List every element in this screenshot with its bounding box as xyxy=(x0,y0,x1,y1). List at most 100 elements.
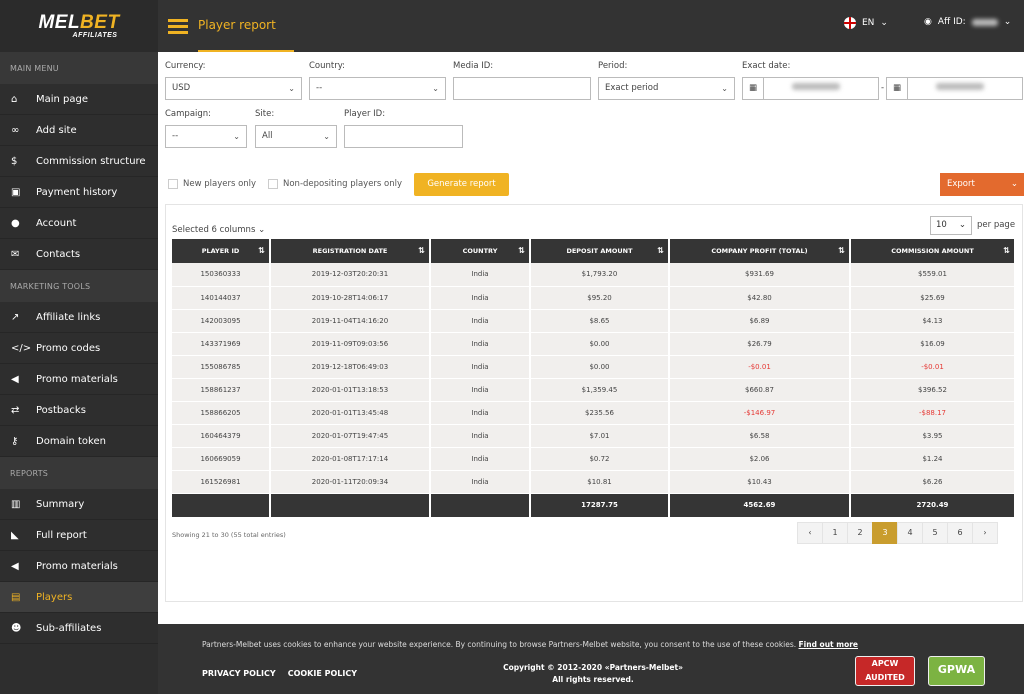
table-row: 143371969 2019-11-09T09:03:56 India $0.00 $2… xyxy=(172,332,1016,356)
pagination-page-5[interactable]: 5 xyxy=(922,522,948,544)
column-header[interactable]: REGISTRATION DATE ⇅ xyxy=(270,239,431,263)
table-cell: $931.69 xyxy=(669,263,851,287)
country-select[interactable]: -- ⌄ xyxy=(309,77,446,100)
main-content: Currency: USD ⌄ Country: -- ⌄ Media ID: Pe… xyxy=(158,52,1024,624)
table-cell: $235.56 xyxy=(530,401,670,425)
sidebar-item-promo-materials[interactable]: ◀ Promo materials xyxy=(0,551,158,582)
sidebar-item-contacts[interactable]: ✉ Contacts xyxy=(0,239,158,270)
area-chart-icon: ◣ xyxy=(11,529,19,541)
export-button[interactable]: Export ⌄ xyxy=(940,173,1024,196)
sidebar-item-label: Postbacks xyxy=(36,404,86,416)
date-to-input[interactable]: ▦ xyxy=(886,77,1023,100)
sidebar-item-full-report[interactable]: ◣ Full report xyxy=(0,520,158,551)
sort-icon[interactable]: ⇅ xyxy=(418,246,425,255)
sidebar-item-summary[interactable]: ▥ Summary xyxy=(0,489,158,520)
table-row: 161526981 2020-01-11T20:09:34 India $10.81 $… xyxy=(172,470,1016,494)
table-cell: 161526981 xyxy=(172,470,271,494)
site-select[interactable]: All ⌄ xyxy=(255,125,337,148)
copyright: Copyright © 2012-2020 «Partners-Melbet» A… xyxy=(498,662,688,686)
table-cell: India xyxy=(430,401,531,425)
pagination-page-2[interactable]: 2 xyxy=(847,522,873,544)
key-icon: ⚷ xyxy=(11,435,19,447)
column-header[interactable]: COMPANY PROFIT (TOTAL) ⇅ xyxy=(669,239,851,263)
column-header[interactable]: DEPOSIT AMOUNT ⇅ xyxy=(530,239,670,263)
player-id-input[interactable] xyxy=(344,125,463,148)
account-menu[interactable]: ◉ Aff ID: ⌄ xyxy=(924,17,1011,27)
pagination-prev-button[interactable]: ‹ xyxy=(797,522,823,544)
pagination-page-6[interactable]: 6 xyxy=(947,522,973,544)
find-out-more-link[interactable]: Find out more xyxy=(799,640,858,649)
export-label: Export xyxy=(947,179,975,189)
home-icon: ⌂ xyxy=(11,93,18,105)
table-cell: 140144037 xyxy=(172,286,271,310)
pagination-next-button[interactable]: › xyxy=(972,522,998,544)
link-icon: ∞ xyxy=(11,124,20,136)
site-value: All xyxy=(262,131,273,141)
chevron-down-icon: ⌄ xyxy=(958,220,966,230)
columns-selector-label: Selected 6 columns xyxy=(172,225,256,235)
sidebar-item-postbacks[interactable]: ⇄ Postbacks xyxy=(0,395,158,426)
menu-toggle-icon[interactable] xyxy=(168,18,188,34)
column-header[interactable]: PLAYER ID ⇅ xyxy=(172,239,271,263)
chevron-down-icon: ⌄ xyxy=(258,225,266,235)
sort-icon[interactable]: ⇅ xyxy=(258,246,265,255)
sidebar-item-sub-affiliates[interactable]: ☻ Sub-affiliates xyxy=(0,613,158,644)
new-players-checkbox[interactable]: New players only xyxy=(168,179,256,189)
media-id-label: Media ID: xyxy=(453,61,494,71)
total-cell xyxy=(172,493,271,518)
generate-report-button[interactable]: Generate report xyxy=(414,173,509,196)
table-cell: $2.06 xyxy=(669,447,851,471)
sidebar-item-promo-materials[interactable]: ◀ Promo materials xyxy=(0,364,158,395)
top-bar: Player report EN ⌄ ◉ Aff ID: ⌄ xyxy=(158,0,1024,52)
new-players-label: New players only xyxy=(183,179,257,189)
column-header[interactable]: COUNTRY ⇅ xyxy=(430,239,531,263)
period-select[interactable]: Exact period ⌄ xyxy=(598,77,735,100)
pagination-page-1[interactable]: 1 xyxy=(822,522,848,544)
language-selector[interactable]: EN ⌄ xyxy=(844,17,888,29)
apcw-audited-badge[interactable]: APCW AUDITED xyxy=(855,656,915,686)
chevron-down-icon: ⌄ xyxy=(323,132,330,141)
sidebar-item-players[interactable]: ▤ Players xyxy=(0,582,158,613)
privacy-policy-link[interactable]: PRIVACY POLICY xyxy=(202,669,276,678)
sidebar-item-add-site[interactable]: ∞ Add site xyxy=(0,115,158,146)
sidebar-item-label: Players xyxy=(36,591,73,603)
sidebar-item-affiliate-links[interactable]: ↗ Affiliate links xyxy=(0,302,158,333)
table-row: 150360333 2019-12-03T20:20:31 India $1,793.… xyxy=(172,263,1016,287)
language-label: EN xyxy=(862,18,875,28)
table-cell: $660.87 xyxy=(669,378,851,402)
non-depositing-checkbox[interactable]: Non-depositing players only xyxy=(268,179,402,189)
campaign-select[interactable]: -- ⌄ xyxy=(165,125,247,148)
cookie-policy-link[interactable]: COOKIE POLICY xyxy=(288,669,357,678)
cookie-notice: Partners-Melbet uses cookies to enhance … xyxy=(202,640,858,649)
table-cell: 2020-01-08T17:17:14 xyxy=(270,447,431,471)
date-to-redacted xyxy=(936,83,984,90)
logo-subtext: AFFILIATES xyxy=(72,31,118,39)
sidebar-item-domain-token[interactable]: ⚷ Domain token xyxy=(0,426,158,457)
gpwa-badge[interactable]: GPWA xyxy=(928,656,985,686)
columns-selector[interactable]: Selected 6 columns ⌄ xyxy=(172,225,265,235)
sidebar-item-commission-structure[interactable]: $ Commission structure xyxy=(0,146,158,177)
table-cell: $1,359.45 xyxy=(530,378,670,402)
media-id-input[interactable] xyxy=(453,77,591,100)
bullhorn-icon: ◀ xyxy=(11,373,19,385)
sidebar-item-main-page[interactable]: ⌂ Main page xyxy=(0,84,158,115)
table-row: 140144037 2019-10-28T14:06:17 India $95.20 $… xyxy=(172,286,1016,310)
date-from-input[interactable]: ▦ xyxy=(742,77,879,100)
melbet-logo[interactable]: MELBET AFFILIATES xyxy=(0,0,158,52)
bullhorn-icon: ◀ xyxy=(11,560,19,572)
pagination-page-4[interactable]: 4 xyxy=(897,522,923,544)
pagination-page-3[interactable]: 3 xyxy=(872,522,898,544)
sort-icon[interactable]: ⇅ xyxy=(657,246,664,255)
sidebar-item-payment-history[interactable]: ▣ Payment history xyxy=(0,177,158,208)
table-row: 160464379 2020-01-07T19:47:45 India $7.01 $6… xyxy=(172,424,1016,448)
user-icon: ● xyxy=(11,217,20,229)
sidebar-item-account[interactable]: ● Account xyxy=(0,208,158,239)
column-header[interactable]: COMMISSION AMOUNT ⇅ xyxy=(850,239,1016,263)
sort-icon[interactable]: ⇅ xyxy=(518,246,525,255)
currency-select[interactable]: USD ⌄ xyxy=(165,77,302,100)
sort-icon[interactable]: ⇅ xyxy=(838,246,845,255)
sidebar-item-promo-codes[interactable]: </> Promo codes xyxy=(0,333,158,364)
table-cell: $396.52 xyxy=(850,378,1016,402)
sort-icon[interactable]: ⇅ xyxy=(1003,246,1010,255)
per-page-select[interactable]: 10 ⌄ xyxy=(930,216,972,235)
